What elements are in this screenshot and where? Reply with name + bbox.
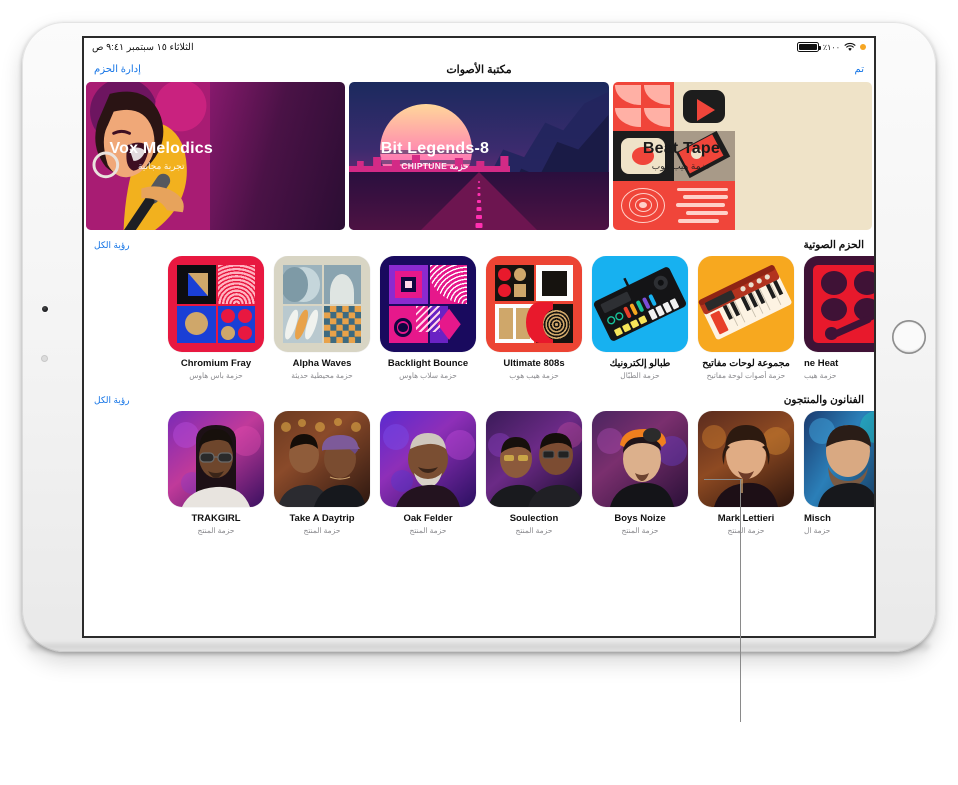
artist-tile[interactable]: Mark Lettieri حزمة المنتج — [698, 411, 794, 535]
section-title: الفنانون والمنتجون — [783, 394, 864, 406]
done-button[interactable]: تم — [855, 64, 864, 75]
artist-name: Take A Daytrip — [289, 513, 355, 524]
artist-photo — [804, 411, 874, 507]
see-all-sound-packs-button[interactable]: رؤية الكل — [94, 240, 130, 251]
pack-subtitle: حزمة أصوات لوحة مفاتيح — [706, 371, 786, 380]
artist-name: Soulection — [509, 513, 559, 524]
artist-tile[interactable]: Misch حزمة ال — [804, 411, 874, 535]
pack-subtitle: حزمة هيب هوب — [509, 371, 559, 380]
battery-percent-label: ٪١٠٠ — [822, 42, 840, 52]
artist-photo — [380, 411, 476, 507]
pack-name: Alpha Waves — [292, 358, 352, 369]
artist-photo — [274, 411, 370, 507]
status-bar-datetime: الثلاثاء ١٥ سبتمبر ٩:٤١ ص — [92, 41, 194, 53]
pack-name: ne Heat — [804, 358, 839, 369]
sound-pack-tile[interactable]: طبالو إلكترونيك حزمة الطبّال — [592, 256, 688, 380]
section-header-artists: الفنانون والمنتجون رؤية الكل — [84, 380, 874, 411]
featured-title: Vox Melodics — [109, 140, 213, 157]
artist-subtitle: حزمة المنتج — [621, 526, 659, 535]
sound-packs-row: ne Heat حزمة هيب مجموعة لوحات مفاتيح حزم… — [84, 256, 874, 380]
featured-subtitle: حزمة CHIPTUNE — [401, 161, 469, 171]
artist-name: Misch — [804, 513, 831, 524]
callout-horizontal-segment — [704, 479, 742, 481]
featured-card-vox-melodics[interactable]: Vox Melodics تجربة مجانية — [86, 82, 346, 230]
orange-dot-icon — [860, 44, 866, 50]
sound-pack-tile[interactable]: Backlight Bounce حزمة سلاب هاوس — [380, 256, 476, 380]
featured-subtitle: حزمة هيب هوب — [651, 161, 712, 171]
page-title: مكتبة الأصوات — [446, 63, 512, 76]
pack-subtitle: حزمة محيطية حديثة — [291, 371, 353, 380]
status-bar-indicators: ٪١٠٠ — [796, 42, 866, 52]
pack-artwork — [698, 256, 794, 352]
artist-subtitle: حزمة المنتج — [303, 526, 341, 535]
artist-name: TRAKGIRL — [191, 513, 241, 524]
pack-artwork — [592, 256, 688, 352]
ipad-screen: ٪١٠٠ الثلاثاء ١٥ سبتمبر ٩:٤١ ص مكتبة الأ… — [84, 38, 874, 636]
front-camera-icon — [42, 305, 48, 312]
featured-subtitle: تجربة مجانية — [137, 161, 185, 171]
artist-subtitle: حزمة المنتج — [515, 526, 553, 535]
content-bottom-spacer — [84, 535, 874, 565]
featured-card-beat-tape[interactable]: Beat Tape حزمة هيب هوب — [612, 82, 872, 230]
see-all-artists-button[interactable]: رؤية الكل — [94, 395, 130, 406]
sound-pack-tile[interactable]: مجموعة لوحات مفاتيح حزمة أصوات لوحة مفات… — [698, 256, 794, 380]
artist-tile[interactable]: Oak Felder حزمة المنتج — [380, 411, 476, 535]
ambient-sensor-icon — [42, 355, 47, 361]
artist-tile[interactable]: Soulection حزمة المنتج — [486, 411, 582, 535]
artists-row: Misch حزمة ال Mark Lettieri حزمة المنتج … — [84, 411, 874, 535]
sound-pack-tile[interactable]: ne Heat حزمة هيب — [804, 256, 874, 380]
artist-photo — [486, 411, 582, 507]
pack-subtitle: حزمة باس هاوس — [189, 371, 243, 380]
artist-name: Boys Noize — [614, 513, 666, 524]
callout-vertical-segment — [740, 479, 742, 722]
featured-title: Beat Tape — [642, 140, 720, 157]
featured-card-8-bit-legends[interactable]: 8-Bit Legends حزمة CHIPTUNE — [349, 82, 609, 230]
featured-cards-row: Beat Tape حزمة هيب هوب 8-Bit Legends حزم… — [84, 82, 874, 230]
pack-artwork — [486, 256, 582, 352]
wifi-icon — [844, 42, 856, 51]
artist-name: Oak Felder — [403, 513, 453, 524]
pack-artwork — [274, 256, 370, 352]
pack-name: Backlight Bounce — [387, 358, 469, 369]
pack-name: Chromium Fray — [180, 358, 252, 369]
section-title: الحزم الصوتية — [803, 239, 864, 251]
pack-name: مجموعة لوحات مفاتيح — [702, 358, 790, 369]
artist-tile[interactable]: Boys Noize حزمة المنتج — [592, 411, 688, 535]
battery-icon — [796, 42, 821, 52]
status-bar: ٪١٠٠ الثلاثاء ١٥ سبتمبر ٩:٤١ ص — [84, 38, 874, 56]
sound-pack-tile[interactable]: Chromium Fray حزمة باس هاوس — [168, 256, 264, 380]
artist-subtitle: حزمة ال — [804, 526, 831, 535]
pack-subtitle: حزمة الطبّال — [620, 371, 660, 380]
home-button[interactable] — [892, 320, 926, 354]
sound-pack-tile[interactable]: Ultimate 808s حزمة هيب هوب — [486, 256, 582, 380]
artist-photo — [168, 411, 264, 507]
navigation-bar: مكتبة الأصوات إدارة الحزم تم — [84, 56, 874, 82]
artist-subtitle: حزمة المنتج — [197, 526, 235, 535]
artist-tile[interactable]: TRAKGIRL حزمة المنتج — [168, 411, 264, 535]
artist-photo — [592, 411, 688, 507]
sound-pack-tile[interactable]: Alpha Waves حزمة محيطية حديثة — [274, 256, 370, 380]
neon-road — [349, 172, 609, 230]
pack-name: Ultimate 808s — [503, 358, 565, 369]
pack-name: طبالو إلكترونيك — [609, 358, 671, 369]
artist-subtitle: حزمة المنتج — [409, 526, 447, 535]
pack-subtitle: حزمة سلاب هاوس — [399, 371, 457, 380]
ipad-device: ٪١٠٠ الثلاثاء ١٥ سبتمبر ٩:٤١ ص مكتبة الأ… — [22, 22, 936, 652]
manage-packs-button[interactable]: إدارة الحزم — [94, 64, 141, 75]
pack-artwork — [804, 256, 874, 352]
pack-subtitle: حزمة هيب — [804, 371, 837, 380]
section-header-sound-packs: الحزم الصوتية رؤية الكل — [84, 230, 874, 256]
artist-photo — [698, 411, 794, 507]
artist-name: Mark Lettieri — [717, 513, 775, 524]
pack-artwork — [380, 256, 476, 352]
artist-tile[interactable]: Take A Daytrip حزمة المنتج — [274, 411, 370, 535]
artist-subtitle: حزمة المنتج — [727, 526, 765, 535]
featured-title: 8-Bit Legends — [380, 140, 490, 157]
pack-artwork — [168, 256, 264, 352]
